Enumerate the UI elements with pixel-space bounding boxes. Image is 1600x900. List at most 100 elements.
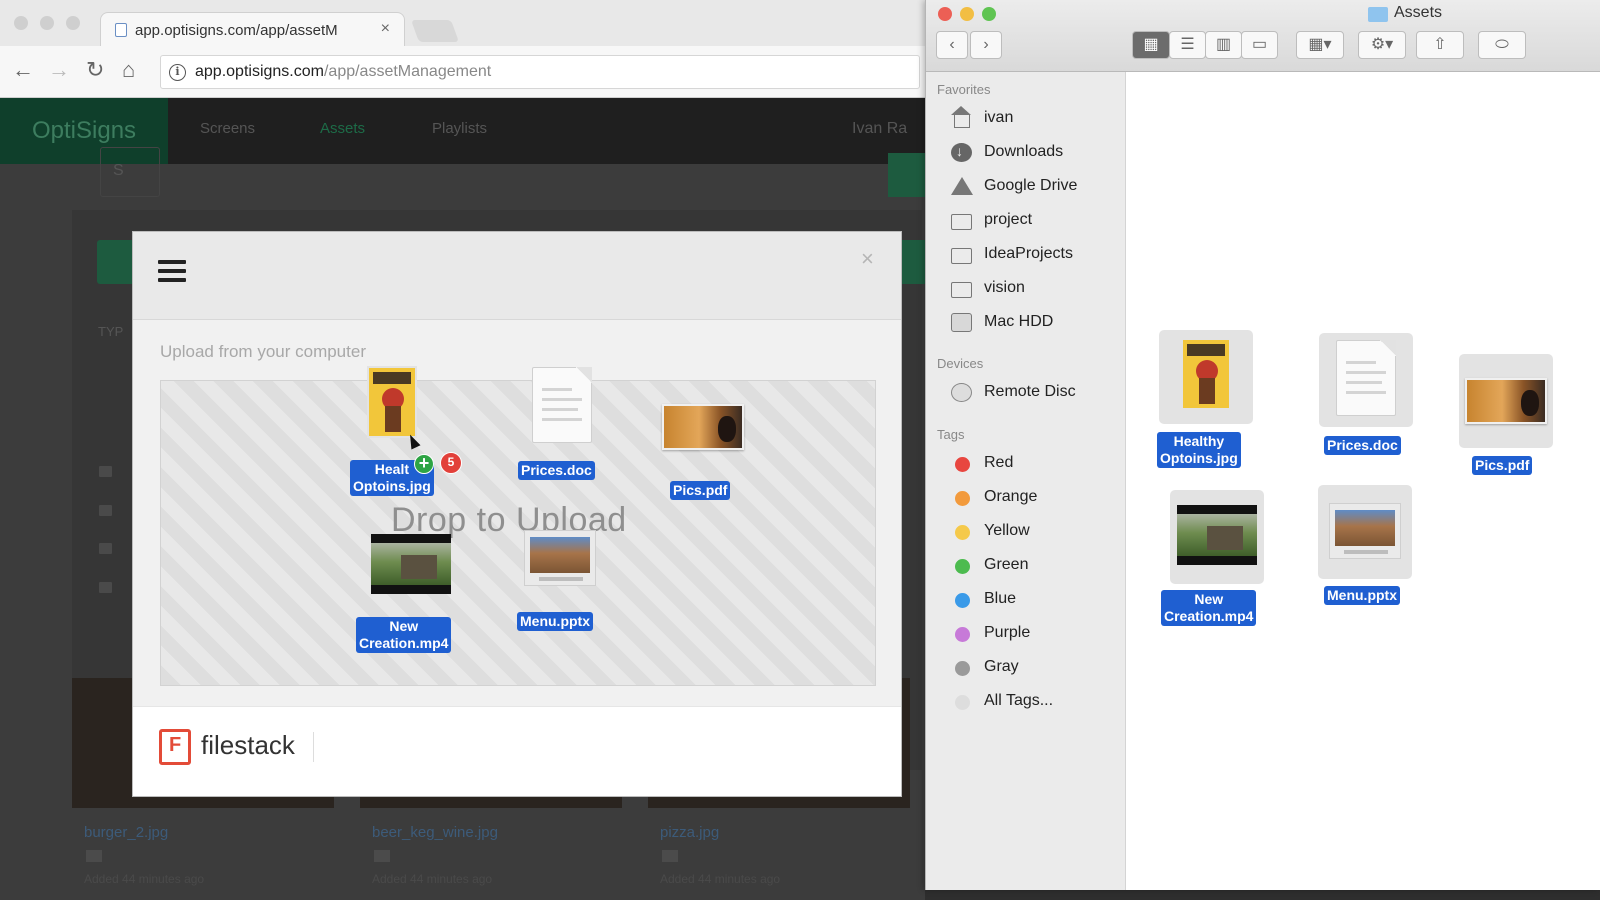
google-drive-icon: [951, 177, 973, 195]
sidebar-item-label: ivan: [984, 109, 1014, 126]
edit-tags-button[interactable]: ⬭: [1478, 31, 1526, 59]
sidebar-item-label: Orange: [984, 488, 1038, 505]
cover-flow-button[interactable]: ▭: [1241, 31, 1278, 59]
pptx-thumbnail[interactable]: [1329, 503, 1401, 559]
drag-count-badge: 5: [440, 452, 462, 474]
copy-plus-icon: +: [414, 454, 434, 474]
column-view-button[interactable]: ▥: [1205, 31, 1242, 59]
sidebar-item-label: Yellow: [984, 522, 1030, 539]
filestack-picker-modal: × Upload from your computer Drop to Uplo…: [132, 231, 902, 797]
upload-button[interactable]: [97, 240, 137, 284]
asset-name[interactable]: pizza.jpg: [660, 824, 719, 841]
sidebar-item-label: Google Drive: [984, 177, 1078, 194]
window-close-button[interactable]: [14, 16, 28, 30]
sidebar-tag-red[interactable]: Red: [951, 452, 1121, 476]
image-type-icon: [662, 850, 678, 862]
address-bar[interactable]: i app.optisigns.com/app/assetManagement: [160, 55, 920, 89]
sidebar-item-label: Remote Disc: [984, 383, 1076, 400]
sidebar-item-downloads[interactable]: Downloads: [951, 141, 1121, 165]
window-zoom-button[interactable]: [66, 16, 80, 30]
finder-forward-button[interactable]: ›: [970, 31, 1002, 59]
modal-close-icon[interactable]: ×: [861, 246, 874, 272]
finder-toolbar: Assets ‹ › ▦ ☰ ▥ ▭ ▦▾ ⚙▾ ⇧ ⬭: [926, 0, 1600, 72]
url-host: app.optisigns.com: [195, 63, 324, 80]
nav-assets[interactable]: Assets: [320, 120, 365, 137]
video-icon[interactable]: [99, 543, 112, 554]
sidebar-item-project[interactable]: project: [951, 209, 1121, 233]
nav-screens[interactable]: Screens: [200, 120, 255, 137]
finder-close-button[interactable]: [938, 7, 952, 21]
sidebar-all-tags[interactable]: All Tags...: [951, 690, 1121, 714]
share-button[interactable]: ⇧: [1416, 31, 1464, 59]
tag-color-dot-icon: [955, 559, 970, 574]
sidebar-item-vision[interactable]: vision: [951, 277, 1121, 301]
sidebar-tag-yellow[interactable]: Yellow: [951, 520, 1121, 544]
dragged-file-label: New Creation.mp4: [356, 617, 452, 653]
hamburger-menu-icon[interactable]: [158, 260, 186, 282]
browser-window: app.optisigns.com/app/assetM × ← → ↻ ⌂ i…: [0, 0, 925, 900]
back-arrow-icon[interactable]: ←: [12, 58, 34, 82]
video-thumbnail[interactable]: [1177, 505, 1257, 565]
finder-file-label[interactable]: Menu.pptx: [1324, 586, 1400, 605]
sidebar-tag-orange[interactable]: Orange: [951, 486, 1121, 510]
dragged-file-label-line: Optoins.jpg: [353, 478, 431, 494]
folder-icon: [951, 282, 972, 298]
reload-icon[interactable]: ↻: [86, 58, 104, 82]
action-gear-button[interactable]: ⚙▾: [1358, 31, 1406, 59]
finder-zoom-button[interactable]: [982, 7, 996, 21]
finder-minimize-button[interactable]: [960, 7, 974, 21]
group-by-button[interactable]: ▦▾: [1296, 31, 1344, 59]
sidebar-item-ideaprojects[interactable]: IdeaProjects: [951, 243, 1121, 267]
finder-file-label[interactable]: New Creation.mp4: [1161, 590, 1257, 626]
asset-added-time: Added 44 minutes ago: [660, 872, 781, 886]
document-icon[interactable]: [99, 582, 112, 593]
sidebar-item-remote-disc[interactable]: Remote Disc: [951, 381, 1121, 405]
tag-color-dot-icon: [955, 695, 970, 710]
url-path: /app/assetManagement: [323, 63, 492, 80]
finder-back-button[interactable]: ‹: [936, 31, 968, 59]
finder-file-label[interactable]: Healthy Optoins.jpg: [1157, 432, 1241, 468]
list-view-button[interactable]: ☰: [1169, 31, 1206, 59]
site-info-icon[interactable]: i: [169, 64, 186, 81]
home-icon: [951, 106, 971, 128]
jpg-thumbnail[interactable]: [1181, 338, 1231, 410]
sidebar-item-label: project: [984, 211, 1033, 228]
sidebar-tag-green[interactable]: Green: [951, 554, 1121, 578]
action-button[interactable]: [888, 153, 925, 197]
tab-close-icon[interactable]: ×: [381, 20, 390, 38]
image-type-icon: [374, 850, 390, 862]
user-menu[interactable]: Ivan Ra: [852, 120, 907, 138]
dragged-file-label: Prices.doc: [518, 461, 595, 480]
dragged-pdf-thumbnail: [662, 404, 744, 450]
sidebar-item-mac-hdd[interactable]: Mac HDD: [951, 311, 1121, 335]
icon-view-button[interactable]: ▦: [1132, 31, 1170, 59]
asset-name[interactable]: beer_keg_wine.jpg: [372, 824, 498, 841]
finder-file-label[interactable]: Prices.doc: [1324, 436, 1401, 455]
asset-search-input[interactable]: S: [100, 147, 160, 197]
url-text: app.optisigns.com/app/assetManagement: [195, 63, 491, 81]
image-icon[interactable]: [99, 505, 112, 516]
sidebar-item-ivan[interactable]: ivan: [951, 106, 1121, 131]
finder-file-label[interactable]: Pics.pdf: [1472, 456, 1533, 475]
asset-name[interactable]: burger_2.jpg: [84, 824, 168, 841]
browser-tab[interactable]: app.optisigns.com/app/assetM ×: [100, 12, 405, 46]
new-tab-button[interactable]: [410, 20, 460, 42]
drop-zone[interactable]: Drop to Upload: [160, 380, 876, 686]
sidebar-tag-gray[interactable]: Gray: [951, 656, 1121, 680]
finder-file-label-line: Healthy: [1173, 433, 1225, 449]
doc-icon[interactable]: [1336, 340, 1396, 416]
desktop: app.optisigns.com/app/assetM × ← → ↻ ⌂ i…: [0, 0, 1600, 900]
window-minimize-button[interactable]: [40, 16, 54, 30]
folder-icon[interactable]: [99, 466, 112, 477]
tags-heading: Tags: [937, 427, 965, 442]
tag-color-dot-icon: [955, 593, 970, 608]
pdf-thumbnail[interactable]: [1465, 378, 1547, 424]
sidebar-item-google-drive[interactable]: Google Drive: [951, 175, 1121, 199]
forward-arrow-icon[interactable]: →: [48, 58, 70, 82]
sidebar-tag-purple[interactable]: Purple: [951, 622, 1121, 646]
filestack-logo-mark: F: [169, 734, 182, 756]
nav-playlists[interactable]: Playlists: [432, 120, 487, 137]
tab-title: app.optisigns.com/app/assetM: [135, 22, 338, 39]
home-icon[interactable]: ⌂: [122, 58, 135, 82]
sidebar-tag-blue[interactable]: Blue: [951, 588, 1121, 612]
